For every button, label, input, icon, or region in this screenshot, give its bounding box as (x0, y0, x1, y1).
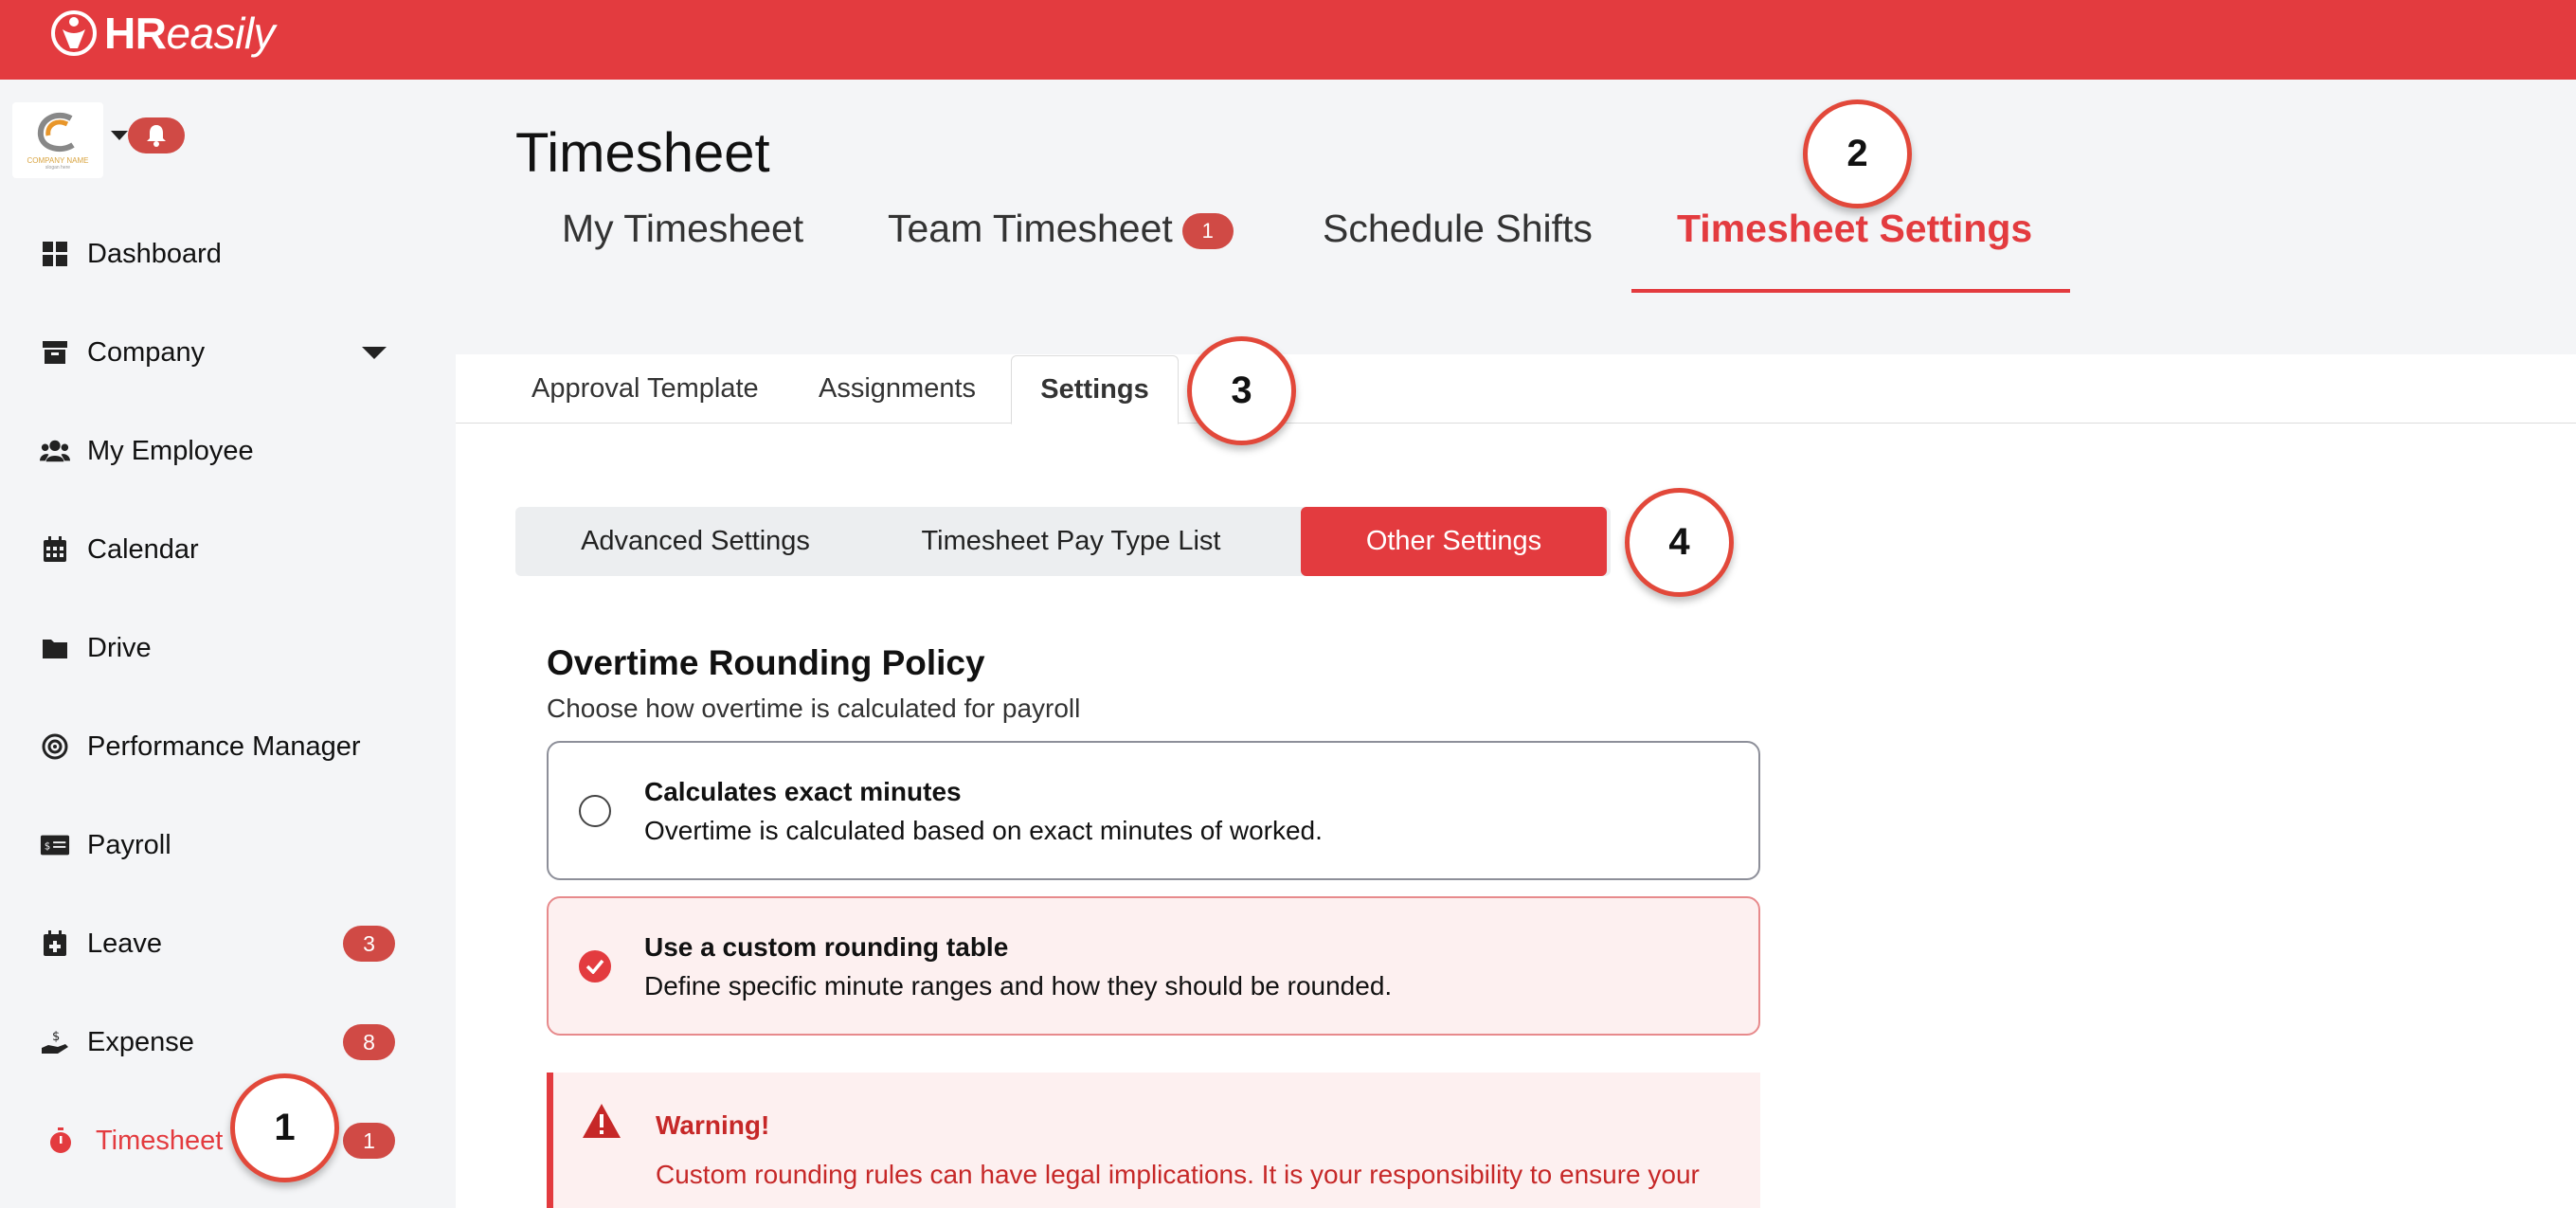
sidebar-item-calendar[interactable]: Calendar (0, 521, 456, 578)
warning-title: Warning! (656, 1110, 770, 1140)
sidebar-item-label: Drive (87, 632, 152, 663)
sidebar-item-drive[interactable]: Drive (0, 620, 456, 676)
sidebar-item-label: Expense (87, 1026, 194, 1057)
leave-count-badge: 3 (343, 926, 395, 962)
warning-alert: Warning! Custom rounding rules can have … (547, 1073, 1760, 1208)
company-swoosh-icon (37, 112, 75, 152)
users-icon (40, 436, 70, 466)
tab-team-timesheet[interactable]: Team Timesheet 1 (888, 207, 1234, 251)
subtab-assignments[interactable]: Assignments (819, 373, 976, 405)
expense-count-badge: 8 (343, 1024, 395, 1060)
company-logo-text: COMPANY NAME (27, 155, 89, 165)
bell-icon (147, 125, 166, 147)
target-icon (40, 731, 70, 762)
timesheet-count-badge: 1 (343, 1123, 395, 1159)
stopwatch-icon (45, 1126, 76, 1156)
calendar-icon (40, 534, 70, 565)
sidebar-item-leave[interactable]: Leave 3 (0, 915, 456, 972)
sidebar-item-dashboard[interactable]: Dashboard (0, 225, 456, 282)
sidebar-item-my-employee[interactable]: My Employee (0, 423, 456, 479)
grid-icon (40, 239, 70, 269)
company-logo[interactable]: COMPANY NAME slogan here (12, 102, 103, 178)
team-timesheet-badge: 1 (1181, 213, 1234, 250)
annotation-marker-2: 2 (1803, 99, 1912, 208)
notification-button[interactable] (128, 117, 185, 153)
annotation-marker-1: 1 (230, 1073, 339, 1182)
chevron-down-icon[interactable] (362, 346, 387, 359)
sidebar-item-label: Payroll (87, 829, 171, 860)
hreasily-logo-icon (51, 10, 97, 56)
svg-text:$: $ (52, 1030, 60, 1044)
top-bar: HReasily (0, 0, 2576, 80)
sidebar-item-timesheet[interactable]: Timesheet 1 (0, 1112, 456, 1169)
sidebar: COMPANY NAME slogan here Dashboard Compa… (0, 80, 456, 1208)
sidebar-item-label: Performance Manager (87, 730, 361, 762)
sidebar-item-label: Leave (87, 928, 163, 959)
sidebar-item-label: Dashboard (87, 238, 222, 269)
option-exact-minutes[interactable]: Calculates exact minutes Overtime is cal… (547, 741, 1760, 880)
segment-timesheet-pay-type-list[interactable]: Timesheet Pay Type List (875, 507, 1267, 576)
page-title: Timesheet (515, 122, 770, 184)
brand-name: HReasily (104, 9, 276, 58)
warning-triangle-icon (583, 1104, 621, 1138)
main-content: Timesheet My Timesheet Team Timesheet 1 S… (456, 80, 2576, 1208)
money-card-icon: $ (40, 830, 70, 860)
option-description: Overtime is calculated based on exact mi… (644, 816, 1323, 845)
radio-unchecked-icon[interactable] (579, 795, 611, 827)
active-tab-indicator (1631, 289, 2070, 293)
sidebar-item-label: Timesheet (96, 1125, 224, 1156)
tab-schedule-shifts[interactable]: Schedule Shifts (1323, 207, 1593, 251)
segment-advanced-settings[interactable]: Advanced Settings (515, 507, 875, 576)
warning-text: Custom rounding rules can have legal imp… (656, 1160, 1728, 1208)
tab-timesheet-settings[interactable]: Timesheet Settings (1677, 207, 2032, 251)
brand-logo[interactable]: HReasily (49, 8, 276, 59)
subtab-approval-template[interactable]: Approval Template (531, 373, 759, 405)
hand-money-icon: $ (40, 1027, 70, 1057)
segment-other-settings[interactable]: Other Settings (1301, 507, 1607, 576)
subtabs-divider (456, 423, 2576, 424)
sidebar-item-performance-manager[interactable]: Performance Manager (0, 718, 456, 775)
option-title: Use a custom rounding table (644, 932, 1009, 962)
sidebar-item-company[interactable]: Company (0, 324, 456, 381)
folder-icon (40, 633, 70, 663)
company-switch-caret-icon[interactable] (111, 131, 128, 140)
check-circle-icon[interactable] (579, 950, 611, 983)
option-description: Define specific minute ranges and how th… (644, 971, 1393, 1001)
sidebar-item-label: Company (87, 336, 206, 368)
subtab-settings[interactable]: Settings (1011, 355, 1179, 424)
annotation-marker-3: 3 (1187, 336, 1296, 445)
option-custom-rounding-table[interactable]: Use a custom rounding table Define speci… (547, 896, 1760, 1036)
section-subtitle: Choose how overtime is calculated for pa… (547, 694, 1081, 723)
company-logo-tagline: slogan here (45, 164, 71, 171)
sidebar-item-payroll[interactable]: $ Payroll (0, 817, 456, 874)
sidebar-item-label: Calendar (87, 533, 199, 565)
settings-segmented-control: Advanced Settings Timesheet Pay Type Lis… (515, 507, 1611, 576)
archive-icon (40, 337, 70, 368)
tab-my-timesheet[interactable]: My Timesheet (562, 207, 803, 251)
option-title: Calculates exact minutes (644, 777, 962, 806)
annotation-marker-4: 4 (1625, 488, 1734, 597)
calendar-plus-icon (40, 929, 70, 959)
sidebar-item-expense[interactable]: $ Expense 8 (0, 1014, 456, 1071)
sidebar-item-label: My Employee (87, 435, 254, 466)
svg-text:$: $ (45, 841, 51, 853)
section-title: Overtime Rounding Policy (547, 643, 985, 682)
